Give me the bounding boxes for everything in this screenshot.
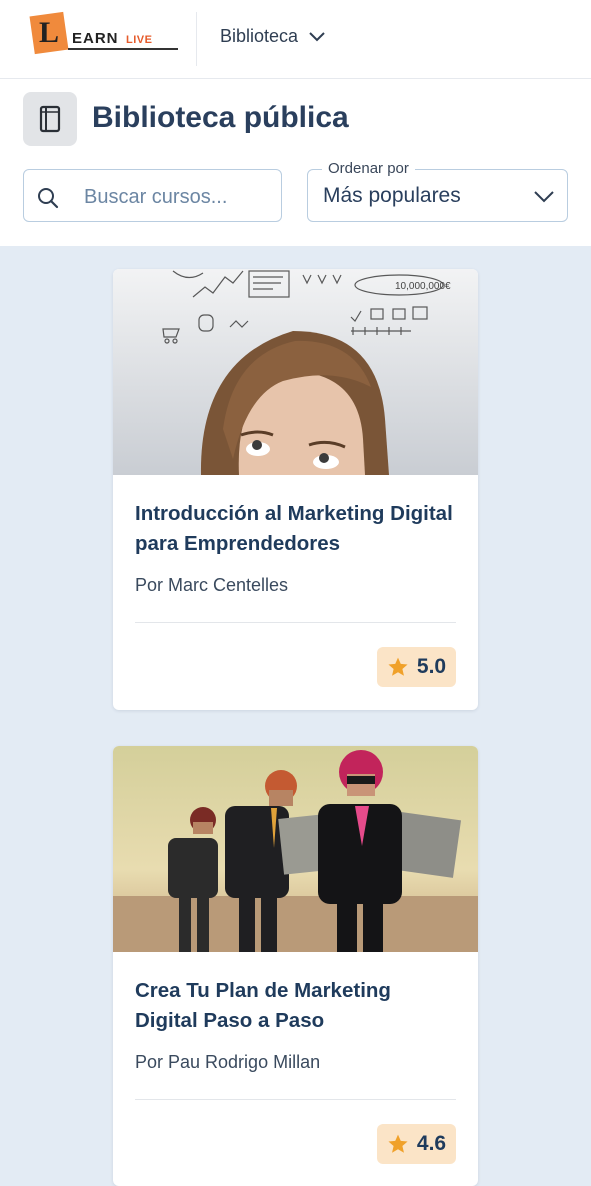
search-box[interactable] [23,169,282,222]
learnlive-logo[interactable]: L EARN LIVE [28,11,180,56]
sort-value: Más populares [323,184,461,207]
library-header: Biblioteca pública Ordenar por Más popul… [0,79,591,246]
page-title: Biblioteca pública [92,101,349,134]
card-divider [135,1099,456,1100]
course-thumbnail-image [113,746,478,952]
rating-badge: 5.0 [377,647,456,687]
course-author: Por Marc Centelles [135,575,289,595]
rating-value: 4.6 [416,1132,447,1155]
star-icon [388,657,408,676]
course-author: Por Pau Rodrigo Millan [135,1052,321,1072]
course-thumbnail-image: 10,000,000€ [113,269,478,475]
svg-text:10,000,000€: 10,000,000€ [395,281,451,292]
course-title[interactable]: Crea Tu Plan de Marketing Digital Paso a… [135,976,455,1036]
search-icon [38,188,59,209]
rating-badge: 4.6 [377,1124,456,1164]
sort-label: Ordenar por [322,160,415,177]
course-card[interactable]: Crea Tu Plan de Marketing Digital Paso a… [113,746,478,1186]
logo-underline [68,48,178,50]
card-divider [135,622,456,623]
logo-live: LIVE [126,34,153,46]
rating-value: 5.0 [416,655,447,678]
nav-divider [196,12,197,66]
search-input[interactable] [82,180,276,214]
course-title[interactable]: Introducción al Marketing Digital para E… [135,499,455,559]
top-navbar: L EARN LIVE Biblioteca [0,0,591,79]
section-dropdown[interactable]: Biblioteca [220,26,326,47]
chevron-down-icon [534,191,554,203]
chevron-down-icon [309,31,325,41]
logo-earn: EARN [72,30,119,47]
sort-select[interactable]: Ordenar por Más populares [307,160,568,222]
logo-letter: L [39,16,60,49]
section-dropdown-label: Biblioteca [220,26,299,46]
course-card[interactable]: 10,000,000€ Introducción al Marketing Di… [113,269,478,710]
book-icon [23,92,77,146]
